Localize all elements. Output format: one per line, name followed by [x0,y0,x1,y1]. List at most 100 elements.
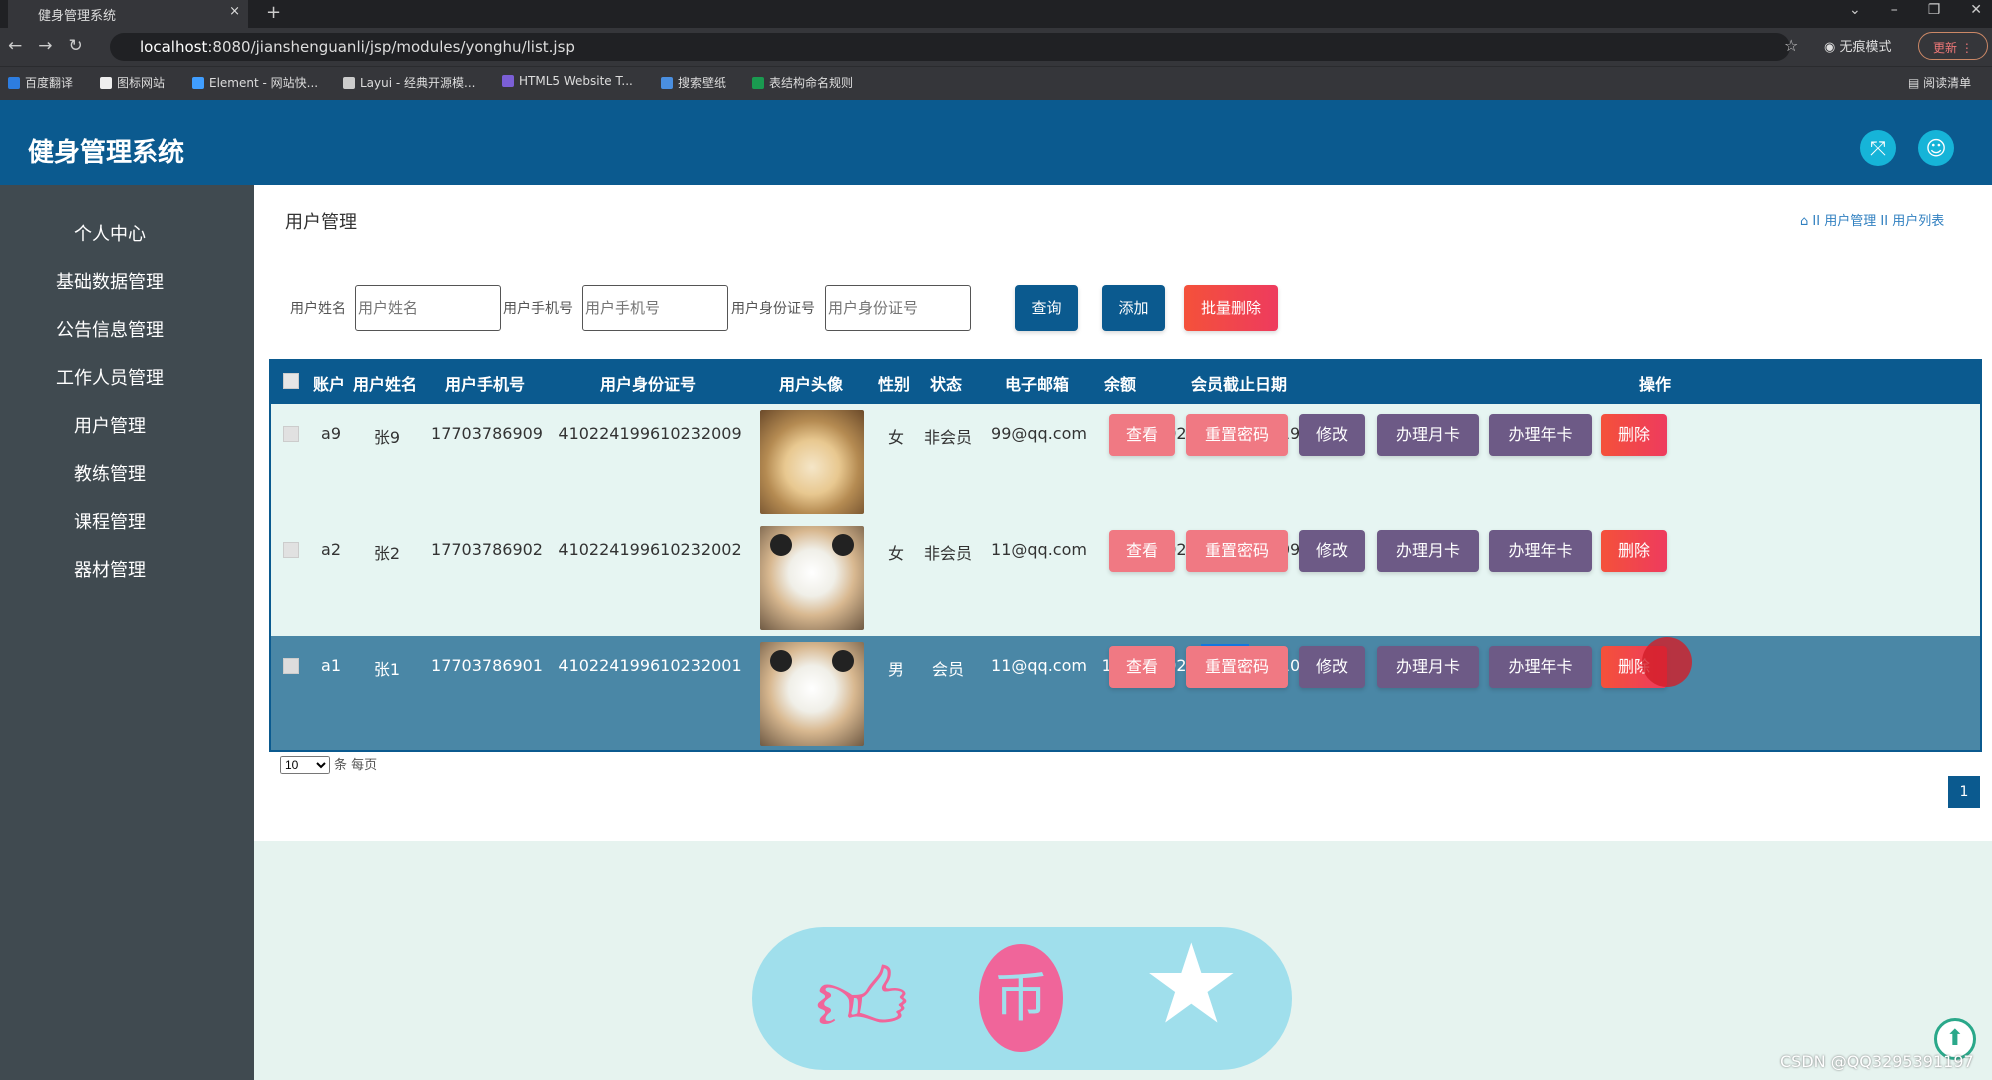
idcard-input[interactable] [825,285,971,331]
cell-name: 张1 [373,660,401,679]
add-button[interactable]: 添加 [1102,285,1165,331]
watermark: CSDN @QQ3295391197 [1780,1052,1974,1071]
coin-icon[interactable]: 币 [979,944,1063,1052]
incognito-icon: ◉ [1824,40,1840,55]
action-button-2[interactable]: 修改 [1299,414,1365,456]
app-title: 健身管理系统 [28,138,185,168]
action-button-4[interactable]: 办理年卡 [1489,646,1592,688]
browser-tab-bar: 健身管理系统 × + ⌄ – ❐ ✕ [0,0,1992,28]
page-1-button[interactable]: 1 [1948,776,1980,808]
action-button-3[interactable]: 办理月卡 [1377,414,1479,456]
close-tab-icon[interactable]: × [229,4,240,19]
sidebar-item[interactable]: 课程管理 [0,508,220,534]
column-header: 操作 [1638,375,1672,394]
bookmark-item[interactable]: Layui - 经典开源模... [343,74,475,91]
breadcrumb-item[interactable]: 用户管理 [1824,214,1876,229]
name-input[interactable] [355,285,501,331]
user-avatar[interactable] [760,410,864,514]
user-avatar[interactable] [760,526,864,630]
reload-icon[interactable]: ↻ [69,36,83,56]
query-button[interactable]: 查询 [1015,285,1078,331]
bookmark-item[interactable]: Element - 网站快... [192,74,318,91]
action-button-4[interactable]: 办理年卡 [1489,414,1592,456]
sidebar-item[interactable]: 工作人员管理 [0,364,220,390]
favorite-star-icon[interactable]: ★ [1142,920,1241,1048]
batch-delete-button[interactable]: 批量删除 [1184,285,1278,331]
back-icon[interactable]: ← [8,36,22,56]
column-header: 用户姓名 [352,375,418,394]
restore-icon[interactable]: ❐ [1928,2,1941,18]
bookmark-item[interactable]: 搜索壁纸 [661,74,726,91]
action-button-0[interactable]: 查看 [1109,646,1175,688]
action-button-5[interactable]: 删除 [1601,530,1667,572]
action-button-4[interactable]: 办理年卡 [1489,530,1592,572]
table-row[interactable]: a2 张2 17703786902 410224199610232002 女非会员 11@… [269,520,1982,636]
cell-account: a2 [321,540,341,559]
update-button[interactable]: 更新 ⋮ [1918,32,1988,60]
breadcrumb-item: 用户列表 [1892,214,1945,229]
sidebar-item[interactable]: 用户管理 [0,412,220,438]
cell-idcard: 410224199610232001 [558,656,742,675]
action-button-1[interactable]: 重置密码 [1186,646,1288,688]
bookmark-favicon-icon [8,77,20,89]
cell-account: a1 [321,656,341,675]
per-page-label: 条 每页 [334,758,378,773]
action-button-2[interactable]: 修改 [1299,530,1365,572]
browser-tab[interactable]: 健身管理系统 × [8,0,248,28]
window-controls: ⌄ – ❐ ✕ [1849,2,1982,18]
bookmark-label: 表结构命名规则 [769,76,854,90]
like-icon[interactable]: 👍︎ [815,948,909,1056]
forward-icon[interactable]: → [38,36,52,56]
action-button-1[interactable]: 重置密码 [1186,414,1288,456]
cell-status: 会员 [931,660,965,679]
sidebar-item[interactable]: 基础数据管理 [0,268,220,294]
bookmark-item[interactable]: 百度翻译 [8,74,73,91]
idcard-label: 用户身份证号 [731,301,815,317]
sidebar-item[interactable]: 个人中心 [0,220,220,246]
row-checkbox[interactable] [283,542,299,558]
tab-search-icon[interactable]: ⌄ [1849,2,1861,18]
column-header: 性别 [877,375,911,394]
action-button-3[interactable]: 办理月卡 [1377,530,1479,572]
user-icon[interactable]: ☺ [1918,130,1954,166]
action-button-5[interactable]: 删除 [1601,414,1667,456]
sidebar-item[interactable]: 教练管理 [0,460,220,486]
url-input[interactable]: localhost:8080/jianshenguanli/jsp/module… [110,33,1790,61]
action-button-0[interactable]: 查看 [1109,530,1175,572]
url-host: localhost [140,38,208,56]
action-button-2[interactable]: 修改 [1299,646,1365,688]
row-checkbox[interactable] [283,426,299,442]
bookmark-favicon-icon [100,77,112,89]
bookmark-item[interactable]: 表结构命名规则 [752,74,853,91]
bookmark-item[interactable]: 图标网站 [100,74,165,91]
cell-phone: 17703786902 [431,540,543,559]
bookmark-label: HTML5 Website T... [519,74,633,88]
row-checkbox[interactable] [283,658,299,674]
table-row[interactable]: a1 张1 17703786901 410224199610232001 男 会员 11@q… [269,636,1982,752]
fullscreen-icon[interactable]: ⤧ [1860,130,1896,166]
tab-title: 健身管理系统 [38,9,117,24]
bookmark-item[interactable]: HTML5 Website T... [502,74,633,88]
close-window-icon[interactable]: ✕ [1970,2,1982,18]
action-button-3[interactable]: 办理月卡 [1377,646,1479,688]
select-all-checkbox[interactable] [283,373,299,389]
cell-status: 非会员 [923,544,973,563]
reading-list[interactable]: ▤ 阅读清单 [1908,74,1971,91]
action-button-1[interactable]: 重置密码 [1186,530,1288,572]
update-label: 更新 [1933,41,1958,55]
action-button-0[interactable]: 查看 [1109,414,1175,456]
incognito-label: 无痕模式 [1839,40,1892,55]
minimize-icon[interactable]: – [1891,2,1898,18]
home-icon[interactable]: ⌂ [1800,214,1808,229]
bookmark-label: 图标网站 [117,76,166,90]
phone-input[interactable] [582,285,728,331]
sidebar-item[interactable]: 器材管理 [0,556,220,582]
cell-email: 99@qq.com [991,424,1087,443]
new-tab-icon[interactable]: + [266,2,281,23]
table-header: 账户 用户姓名 用户手机号 用户身份证号 用户头像 性别 状态 电子邮箱 余额 会员截止日期 操作 [269,359,1982,404]
page-size-select[interactable]: 10 [280,756,330,774]
user-avatar[interactable] [760,642,864,746]
sidebar-item[interactable]: 公告信息管理 [0,316,220,342]
bookmark-star-icon[interactable]: ☆ [1784,36,1798,55]
table-row[interactable]: a9 张9 17703786909 410224199610232009 女非会员 99@… [269,404,1982,520]
